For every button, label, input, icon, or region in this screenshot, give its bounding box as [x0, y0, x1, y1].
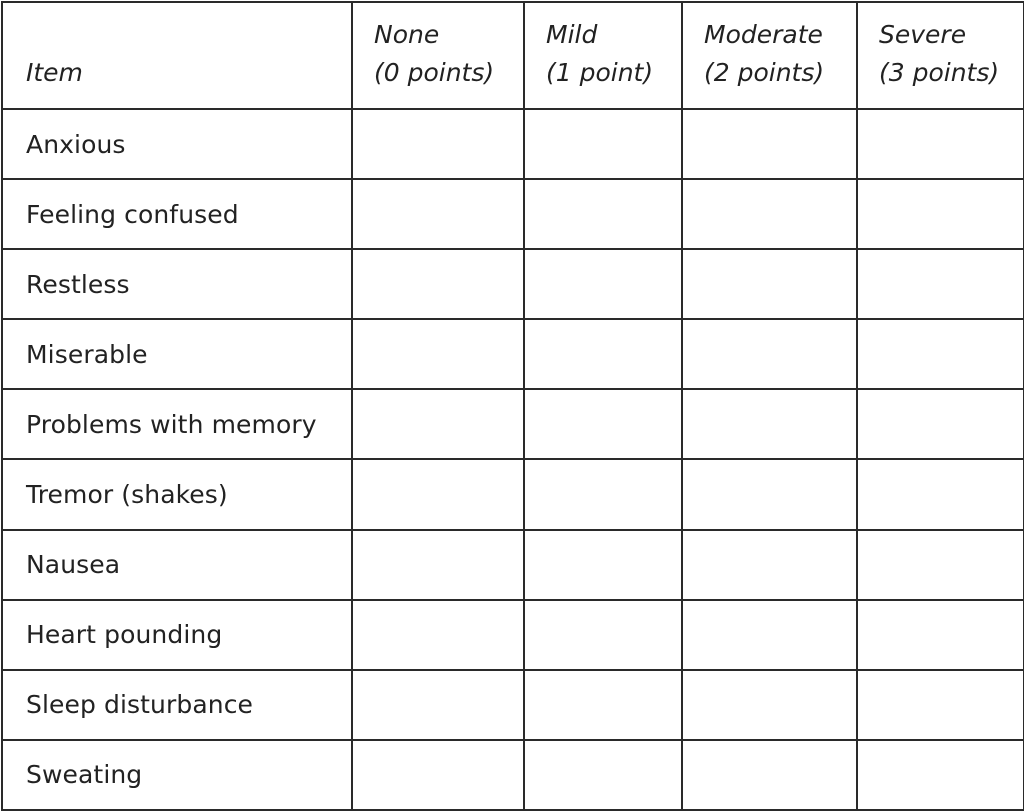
score-cell-mild[interactable] — [523, 668, 683, 741]
score-cell-moderate[interactable] — [681, 738, 858, 812]
score-cell-none[interactable] — [351, 528, 525, 601]
score-cell-moderate[interactable] — [681, 528, 858, 601]
score-cell-severe[interactable] — [856, 598, 1024, 671]
score-cell-none[interactable] — [351, 388, 525, 461]
score-cell-moderate[interactable] — [681, 388, 858, 461]
item-cell: Problems with memory — [1, 388, 353, 461]
table-row: Nausea — [1, 528, 1024, 601]
score-cell-mild[interactable] — [523, 107, 683, 181]
header-points: (2 points) — [704, 58, 825, 87]
score-cell-mild[interactable] — [523, 528, 683, 601]
table-row: Miserable — [1, 318, 1024, 391]
score-cell-severe[interactable] — [856, 248, 1024, 321]
score-cell-mild[interactable] — [523, 178, 683, 251]
score-cell-none[interactable] — [351, 248, 525, 321]
score-cell-none[interactable] — [351, 458, 525, 531]
score-cell-moderate[interactable] — [681, 318, 858, 391]
score-cell-severe[interactable] — [856, 458, 1024, 531]
score-cell-moderate[interactable] — [681, 248, 858, 321]
score-cell-severe[interactable] — [856, 668, 1024, 741]
table-row: Sleep disturbance — [1, 668, 1024, 741]
item-cell: Miserable — [1, 318, 353, 391]
score-cell-none[interactable] — [351, 107, 525, 181]
header-mild: Mild (1 point) — [523, 1, 683, 110]
item-cell: Sleep disturbance — [1, 668, 353, 741]
header-moderate: Moderate (2 points) — [681, 1, 858, 110]
score-cell-none[interactable] — [351, 598, 525, 671]
score-cell-severe[interactable] — [856, 178, 1024, 251]
score-cell-none[interactable] — [351, 178, 525, 251]
table-row: Feeling confused — [1, 178, 1024, 251]
table-row: Heart pounding — [1, 598, 1024, 671]
score-cell-moderate[interactable] — [681, 178, 858, 251]
score-cell-moderate[interactable] — [681, 458, 858, 531]
header-severe: Severe (3 points) — [856, 1, 1024, 110]
score-cell-moderate[interactable] — [681, 107, 858, 181]
header-points: (1 point) — [546, 58, 654, 87]
header-none: None (0 points) — [351, 1, 525, 110]
score-cell-mild[interactable] — [523, 738, 683, 812]
score-cell-none[interactable] — [351, 668, 525, 741]
table-row: Anxious — [1, 107, 1024, 181]
header-severity: Mild — [546, 20, 598, 49]
header-severity: None — [374, 20, 440, 49]
score-cell-mild[interactable] — [523, 458, 683, 531]
table-row: Sweating — [1, 738, 1024, 812]
item-cell: Feeling confused — [1, 178, 353, 251]
item-cell: Anxious — [1, 107, 353, 181]
score-cell-severe[interactable] — [856, 528, 1024, 601]
table-row: Restless — [1, 248, 1024, 321]
header-severity: Severe — [879, 20, 967, 49]
score-cell-none[interactable] — [351, 738, 525, 812]
header-severity: Moderate — [704, 20, 823, 49]
score-cell-mild[interactable] — [523, 388, 683, 461]
score-cell-moderate[interactable] — [681, 668, 858, 741]
item-cell: Sweating — [1, 738, 353, 812]
item-cell: Nausea — [1, 528, 353, 601]
score-cell-moderate[interactable] — [681, 598, 858, 671]
score-cell-none[interactable] — [351, 318, 525, 391]
header-row: Item None (0 points) Mild (1 point) Mode… — [1, 1, 1024, 110]
symptom-rating-table: Item None (0 points) Mild (1 point) Mode… — [1, 1, 1024, 812]
score-cell-severe[interactable] — [856, 107, 1024, 181]
table-row: Problems with memory — [1, 388, 1024, 461]
score-cell-mild[interactable] — [523, 248, 683, 321]
item-cell: Heart pounding — [1, 598, 353, 671]
score-cell-severe[interactable] — [856, 388, 1024, 461]
header-item: Item — [1, 1, 353, 110]
item-cell: Tremor (shakes) — [1, 458, 353, 531]
score-cell-severe[interactable] — [856, 318, 1024, 391]
table-row: Tremor (shakes) — [1, 458, 1024, 531]
header-item-label: Item — [26, 58, 83, 87]
score-cell-severe[interactable] — [856, 738, 1024, 812]
item-cell: Restless — [1, 248, 353, 321]
score-cell-mild[interactable] — [523, 598, 683, 671]
score-cell-mild[interactable] — [523, 318, 683, 391]
header-points: (3 points) — [879, 58, 1000, 87]
header-points: (0 points) — [374, 58, 495, 87]
